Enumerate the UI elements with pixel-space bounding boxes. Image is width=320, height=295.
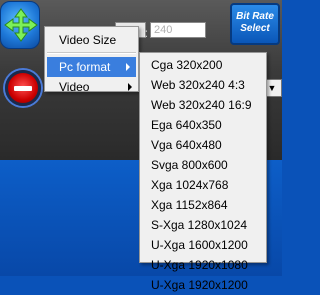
submenu-arrow-icon — [126, 63, 130, 71]
dropdown-arrow-icon: ▼ — [267, 83, 277, 93]
submenu-item-u-xga-1920x1080[interactable]: U-Xga 1920x1080 — [140, 255, 266, 275]
submenu-item-s-xga-1280x1024[interactable]: S-Xga 1280x1024 — [140, 215, 266, 235]
menu-item-video-size[interactable]: Video Size — [45, 30, 138, 50]
height-field[interactable]: 240 — [150, 22, 206, 38]
menu-item-pc-format[interactable]: Pc format — [47, 57, 136, 77]
context-menu: Video Size Pc format Video — [44, 26, 139, 94]
stop-button[interactable] — [5, 70, 41, 106]
menu-item-label: Pc format — [59, 60, 111, 74]
menu-separator — [47, 52, 136, 54]
stop-icon — [14, 86, 32, 91]
submenu-item-cga-320x200[interactable]: Cga 320x200 — [140, 55, 266, 75]
submenu-arrow-icon — [128, 83, 132, 91]
menu-item-video[interactable]: Video — [45, 77, 138, 97]
move-button[interactable] — [0, 1, 40, 49]
bitrate-select-button[interactable]: Bit Rate Select — [230, 3, 280, 45]
submenu-item-svga-800x600[interactable]: Svga 800x600 — [140, 155, 266, 175]
submenu-item-vga-640x480[interactable]: Vga 640x480 — [140, 135, 266, 155]
menu-item-label: Video — [59, 80, 90, 94]
submenu-item-ega-640x350[interactable]: Ega 640x350 — [140, 115, 266, 135]
submenu-item-u-xga-1920x1200[interactable]: U-Xga 1920x1200 — [140, 275, 266, 295]
menu-item-label: Video Size — [59, 33, 117, 47]
height-label: l: — [142, 26, 148, 40]
pc-format-submenu: Cga 320x200 Web 320x240 4:3 Web 320x240 … — [139, 52, 267, 292]
submenu-item-web-320x240-4-3[interactable]: Web 320x240 4:3 — [140, 75, 266, 95]
submenu-item-xga-1024x768[interactable]: Xga 1024x768 — [140, 175, 266, 195]
move-arrows-icon — [4, 8, 38, 42]
submenu-item-web-320x240-16-9[interactable]: Web 320x240 16:9 — [140, 95, 266, 115]
submenu-item-u-xga-1600x1200[interactable]: U-Xga 1600x1200 — [140, 235, 266, 255]
submenu-item-xga-1152x864[interactable]: Xga 1152x864 — [140, 195, 266, 215]
